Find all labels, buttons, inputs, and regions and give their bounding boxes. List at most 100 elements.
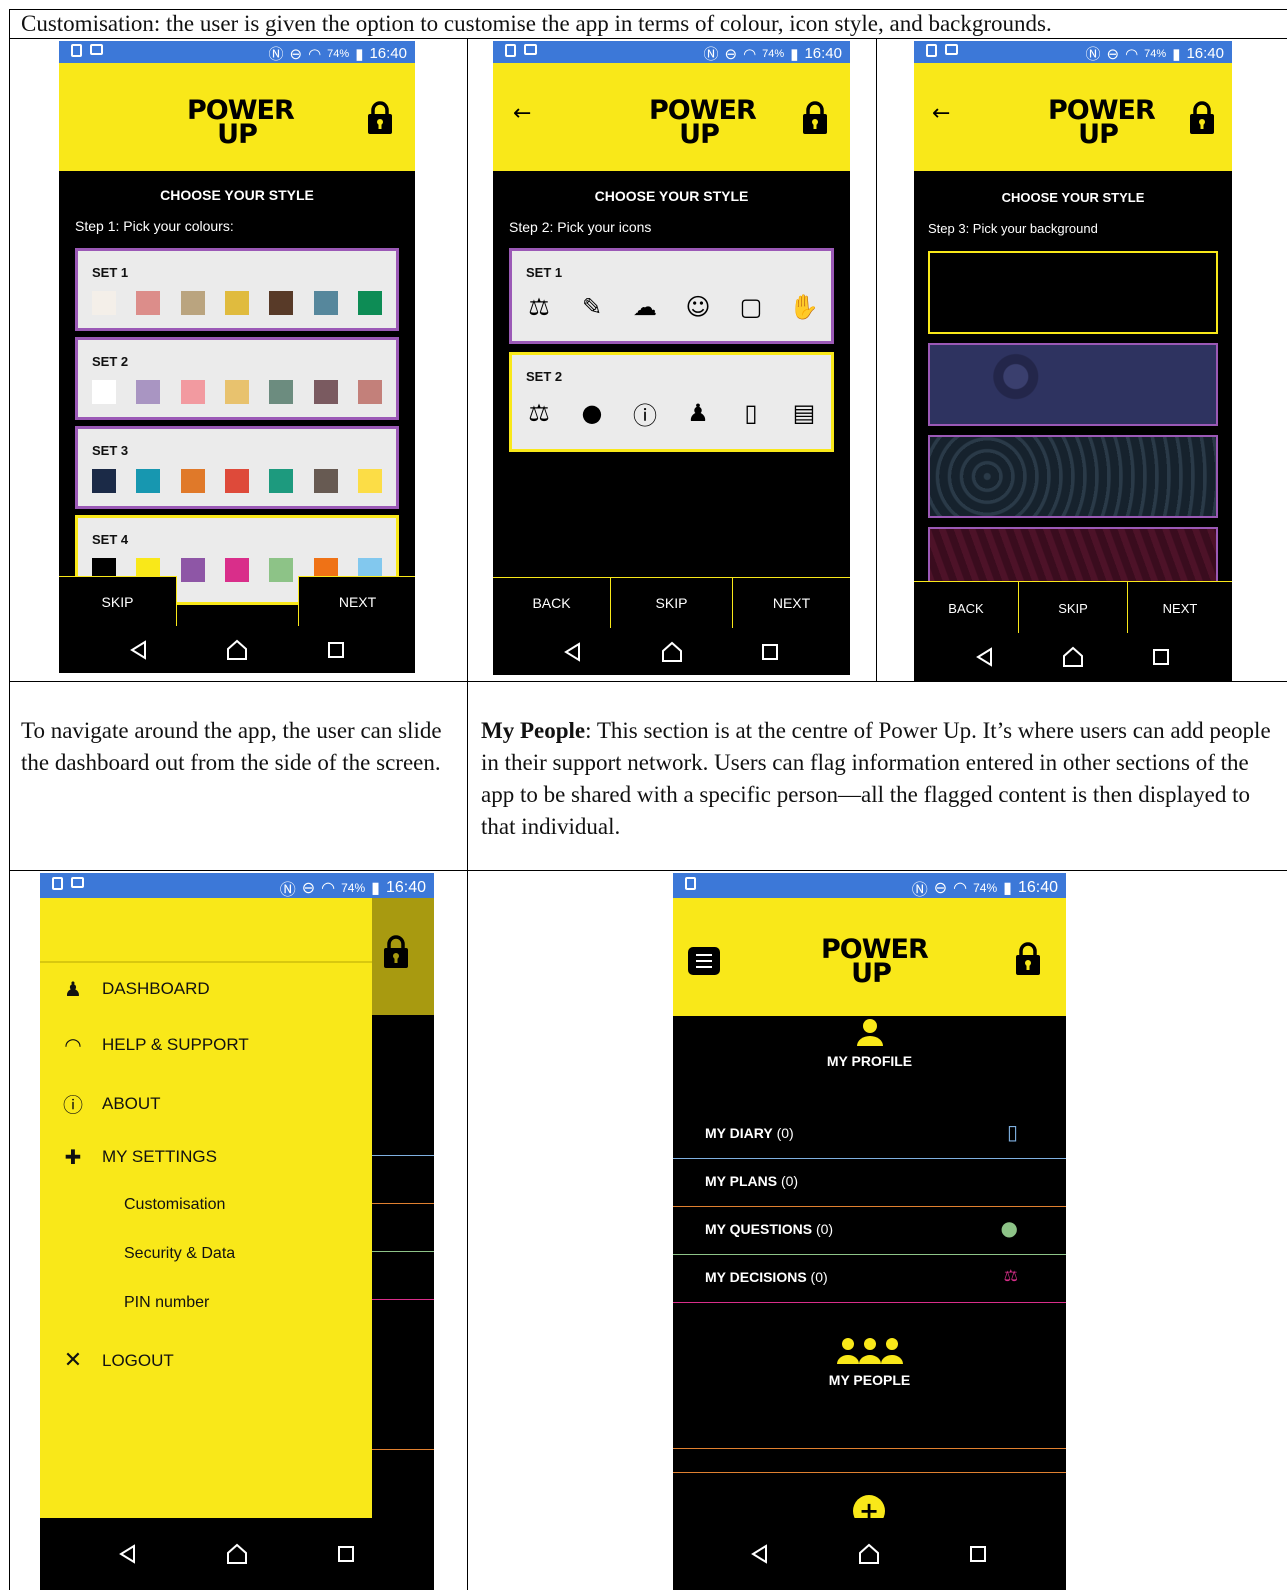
caption-bold: My People — [481, 718, 586, 743]
sim-icon — [52, 877, 63, 890]
chat-icon: ● — [581, 399, 603, 427]
row-my-diary[interactable]: MY DIARY (0) ▯ — [673, 1110, 1066, 1159]
nav-recents-icon[interactable] — [335, 1543, 357, 1565]
drawer-item-my-settings[interactable]: ✚ MY SETTINGS — [62, 1145, 217, 1169]
skip-button[interactable]: SKIP — [59, 576, 177, 626]
nav-back-icon[interactable] — [128, 639, 150, 661]
phone-screen-drawer: Ⓝ ⊖ ◠ 74% ▮ 16:40 ♟ DASHBOARD ◠ HELP & SUPPORT … — [40, 873, 434, 1590]
lock-icon[interactable] — [1189, 101, 1215, 135]
scales-icon: ⚖ — [1003, 1266, 1018, 1285]
nav-home-icon[interactable] — [1062, 646, 1084, 668]
scales-outline-icon: ⚖ — [528, 293, 550, 321]
icon-set-1[interactable]: SET 1 ⚖ ✎ ☁ ☺ ▢ ✋ — [509, 248, 834, 344]
clock: 16:40 — [385, 879, 426, 896]
nav-recents-icon[interactable] — [1150, 646, 1172, 668]
sim-icon — [71, 44, 82, 57]
dnd-icon: ⊖ — [1106, 45, 1120, 63]
dimmed-divider — [372, 1203, 434, 1204]
battery-level: 74% — [327, 47, 350, 60]
drawer-subitem-security-data[interactable]: Security & Data — [124, 1245, 235, 1263]
caption-text: : This section is at the centre of Power… — [481, 718, 1271, 839]
nav-home-icon[interactable] — [661, 641, 683, 663]
nav-home-icon[interactable] — [226, 639, 248, 661]
caption-my-people: My People: This section is at the centre… — [481, 715, 1271, 843]
nav-home-icon[interactable] — [858, 1543, 880, 1565]
wifi-icon: ◠ — [308, 45, 322, 63]
background-option-pattern-2[interactable] — [928, 435, 1218, 518]
drawer-subitem-pin-number[interactable]: PIN number — [124, 1294, 209, 1312]
nav-back-icon[interactable] — [749, 1543, 771, 1565]
nav-back-icon[interactable] — [562, 641, 584, 663]
nav-home-icon[interactable] — [226, 1543, 248, 1565]
next-button[interactable]: NEXT — [1128, 582, 1232, 634]
nav-recents-icon[interactable] — [759, 641, 781, 663]
lock-icon[interactable] — [1015, 942, 1041, 976]
background-option-plain[interactable] — [928, 251, 1218, 334]
color-set-2[interactable]: SET 2 — [75, 337, 399, 420]
dnd-icon: ⊖ — [724, 45, 738, 63]
drawer-item-logout[interactable]: ✕ LOGOUT — [62, 1348, 174, 1373]
drawer-item-help-support[interactable]: ◠ HELP & SUPPORT — [62, 1033, 249, 1057]
action-bar: BACK SKIP NEXT — [914, 581, 1232, 634]
color-swatch — [92, 380, 116, 404]
lock-icon[interactable] — [802, 101, 828, 135]
back-button[interactable]: BACK — [914, 582, 1018, 634]
color-swatch — [180, 291, 205, 315]
nav-recents-icon[interactable] — [325, 639, 347, 661]
document-icon: ▤ — [792, 399, 816, 427]
battery-level: 74% — [973, 881, 998, 895]
nfc-icon: Ⓝ — [279, 882, 296, 899]
row-my-plans[interactable]: MY PLANS (0) — [673, 1158, 1066, 1207]
color-swatch — [92, 469, 116, 493]
drawer-item-about[interactable]: ⓘ ABOUT — [62, 1089, 161, 1118]
nav-back-icon[interactable] — [974, 646, 996, 668]
info-icon: ⓘ — [63, 1093, 83, 1117]
nav-recents-icon[interactable] — [967, 1543, 989, 1565]
sim-icon — [685, 877, 696, 890]
people-divider — [673, 1448, 1066, 1449]
back-button[interactable]: BACK — [493, 578, 610, 628]
icon-set-2[interactable]: SET 2 ⚖ ● ⓘ ♟ ▯ ▤ — [509, 352, 834, 452]
next-button[interactable]: NEXT — [733, 578, 850, 628]
drawer-item-dashboard[interactable]: ♟ DASHBOARD — [62, 977, 210, 1001]
people-group-icon[interactable] — [836, 1337, 904, 1365]
back-arrow-icon[interactable]: ← — [932, 101, 950, 126]
background-option-pattern-3[interactable] — [928, 527, 1218, 587]
app-header: ← POWER UP — [493, 63, 850, 171]
drawer-subitem-customisation[interactable]: Customisation — [124, 1196, 225, 1214]
sim-icon — [505, 44, 516, 57]
side-drawer: ♟ DASHBOARD ◠ HELP & SUPPORT ⓘ ABOUT ✚ MY SE… — [40, 898, 372, 1518]
color-set-3[interactable]: SET 3 — [75, 426, 399, 509]
dnd-icon: ⊖ — [301, 880, 316, 897]
screen-title: CHOOSE YOUR STYLE — [594, 188, 749, 204]
app-logo: POWER UP — [1048, 95, 1156, 150]
color-swatch — [224, 291, 249, 315]
status-bar: Ⓝ ⊖ ◠ 74% ▮ 16:40 — [673, 873, 1066, 899]
rainbow-icon: ◠ — [64, 1033, 82, 1057]
back-arrow-icon[interactable]: ← — [513, 101, 531, 126]
caption-navigation: To navigate around the app, the user can… — [21, 718, 442, 775]
my-profile-label[interactable]: MY PROFILE — [673, 1053, 1066, 1069]
battery-icon: ▮ — [355, 45, 364, 63]
color-set-1[interactable]: SET 1 — [75, 248, 399, 331]
background-option-pattern-1[interactable] — [928, 343, 1218, 426]
menu-icon[interactable] — [688, 947, 720, 975]
app-logo: POWER UP — [821, 934, 929, 989]
pencil-outline-icon: ✎ — [581, 293, 603, 321]
row-my-decisions[interactable]: MY DECISIONS (0) ⚖ — [673, 1254, 1066, 1303]
color-swatch — [269, 291, 294, 315]
status-bar: Ⓝ ⊖ ◠ 74% ▮ 16:40 — [493, 41, 850, 63]
image-icon — [90, 44, 103, 55]
image-icon — [524, 44, 537, 55]
row-my-questions[interactable]: MY QUESTIONS (0) ● — [673, 1206, 1066, 1255]
color-swatch — [357, 291, 382, 315]
skip-button[interactable]: SKIP — [611, 578, 732, 628]
table-row-divider — [9, 870, 1287, 871]
profile-person-icon[interactable] — [856, 1018, 884, 1046]
skip-button[interactable]: SKIP — [1019, 582, 1127, 634]
nav-back-icon[interactable] — [117, 1543, 139, 1565]
lock-icon[interactable] — [367, 101, 393, 135]
my-people-label[interactable]: MY PEOPLE — [673, 1372, 1066, 1388]
table-col-divider — [467, 38, 468, 1590]
next-button[interactable]: NEXT — [298, 576, 415, 626]
